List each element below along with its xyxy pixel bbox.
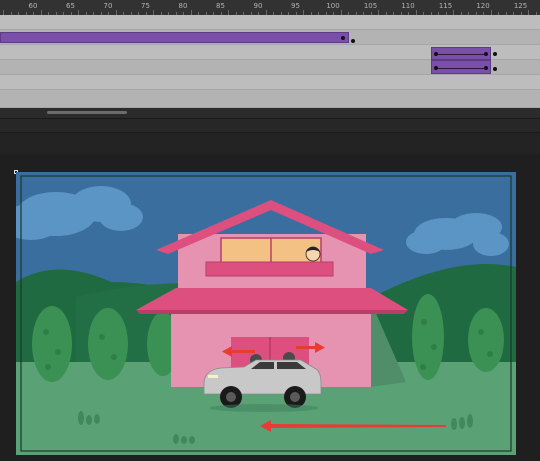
ruler-frame-label: 95 [291, 2, 300, 10]
timeline-tracks[interactable] [0, 15, 540, 108]
scrollbar-thumb[interactable] [47, 111, 127, 114]
tween-arrow [438, 54, 484, 55]
ruler-frame-label: 65 [66, 2, 75, 10]
layer-track[interactable] [0, 30, 540, 45]
layer-track[interactable] [0, 45, 540, 60]
motion-tween-span[interactable] [431, 47, 491, 60]
ruler-frame-label: 120 [476, 2, 490, 10]
stage-canvas[interactable] [16, 172, 516, 455]
tween-arrow [438, 68, 484, 69]
roof-lower [136, 288, 408, 310]
motion-tween-span[interactable] [431, 60, 491, 74]
panel-divider [0, 118, 540, 133]
layer-span[interactable] [0, 32, 349, 43]
edit-bar [0, 132, 540, 155]
layer-track[interactable] [0, 60, 540, 75]
timeline-scrollbar[interactable] [0, 108, 540, 118]
ruler-frame-label: 100 [326, 2, 340, 10]
balcony [205, 261, 334, 277]
ruler-frame-label: 90 [253, 2, 263, 10]
ruler-frame-label: 105 [363, 2, 378, 10]
ruler-frame-label: 60 [28, 2, 38, 10]
ruler-frame-label: 125 [513, 2, 528, 10]
keyframe[interactable] [493, 67, 497, 71]
keyframe[interactable] [434, 52, 438, 56]
ruler-frame-label: 85 [216, 2, 225, 10]
keyframe[interactable] [351, 39, 355, 43]
character-in-window [305, 246, 321, 262]
keyframe[interactable] [493, 52, 497, 56]
keyframe[interactable] [484, 52, 488, 56]
layer-track[interactable] [0, 15, 540, 30]
ruler-frame-label: 75 [141, 2, 150, 10]
layer-track[interactable] [0, 75, 540, 90]
ruler-frame-label: 70 [103, 2, 113, 10]
ruler-frame-label: 115 [438, 2, 453, 10]
keyframe[interactable] [484, 66, 488, 70]
keyframe[interactable] [434, 66, 438, 70]
keyframe[interactable] [341, 36, 345, 40]
timeline-ruler[interactable]: 60 65 70 75 80 85 90 95 100 105 110 115 120 125 [0, 0, 540, 16]
ruler-frame-label: 110 [401, 2, 415, 10]
ruler-frame-label: 80 [178, 2, 188, 10]
layer-track[interactable] [0, 90, 540, 108]
